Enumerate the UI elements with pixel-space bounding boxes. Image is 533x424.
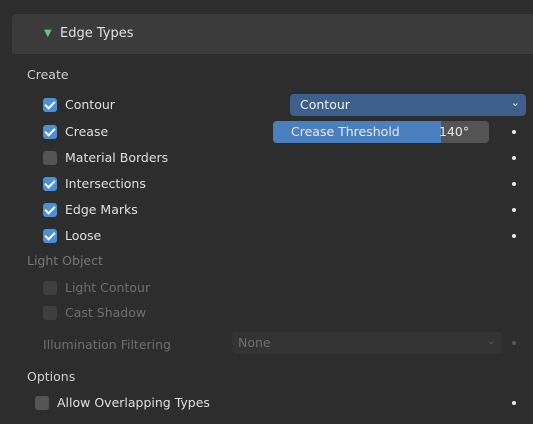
cast-shadow-label: Cast Shadow	[65, 305, 147, 320]
edge-marks-label: Edge Marks	[65, 202, 138, 217]
cast-shadow-checkbox	[43, 306, 57, 320]
section-light-object: Light Object	[27, 253, 103, 268]
keyframe-dot-icon[interactable]	[512, 208, 516, 212]
loose-label: Loose	[65, 228, 102, 243]
contour-dropdown[interactable]: Contour ⌄	[290, 94, 526, 116]
light-contour-checkbox	[43, 281, 57, 295]
crease-checkbox[interactable]	[43, 125, 57, 139]
loose-row[interactable]: Loose	[43, 226, 523, 246]
section-create: Create	[27, 67, 69, 82]
contour-label: Contour	[65, 97, 115, 112]
crease-threshold-label: Crease Threshold	[291, 124, 400, 139]
chevron-down-icon: ⌄	[486, 334, 496, 347]
keyframe-dot-icon[interactable]	[512, 182, 516, 186]
allow-overlapping-label: Allow Overlapping Types	[57, 395, 210, 410]
edge-marks-checkbox[interactable]	[43, 203, 57, 217]
material-borders-label: Material Borders	[65, 150, 169, 165]
light-contour-label: Light Contour	[65, 280, 151, 295]
allow-overlapping-row[interactable]: Allow Overlapping Types	[35, 393, 515, 413]
illumination-filtering-dropdown: None ⌄	[232, 332, 502, 354]
contour-dropdown-value: Contour	[300, 97, 350, 112]
keyframe-dot-icon[interactable]	[512, 234, 516, 238]
keyframe-dot-icon	[512, 341, 516, 345]
material-borders-row[interactable]: Material Borders	[43, 148, 523, 168]
material-borders-checkbox[interactable]	[43, 151, 57, 165]
keyframe-dot-icon[interactable]	[512, 130, 516, 134]
contour-checkbox[interactable]	[43, 98, 57, 112]
panel-title: Edge Types	[60, 26, 134, 41]
keyframe-dot-icon[interactable]	[512, 401, 516, 405]
section-options: Options	[27, 369, 76, 384]
intersections-label: Intersections	[65, 176, 146, 191]
intersections-row[interactable]: Intersections	[43, 174, 523, 194]
light-contour-row: Light Contour	[43, 278, 523, 298]
crease-threshold-value: 140°	[439, 124, 470, 139]
triangle-down-icon[interactable]: ▼	[44, 28, 52, 39]
chevron-down-icon: ⌄	[510, 96, 520, 109]
crease-threshold-slider[interactable]: Crease Threshold 140°	[273, 121, 489, 143]
crease-label: Crease	[65, 124, 109, 139]
allow-overlapping-checkbox[interactable]	[35, 396, 49, 410]
intersections-checkbox[interactable]	[43, 177, 57, 191]
edge-marks-row[interactable]: Edge Marks	[43, 200, 523, 220]
illumination-filtering-label: Illumination Filtering	[43, 337, 171, 352]
illumination-filtering-value: None	[238, 335, 271, 350]
panel-header[interactable]: ▼ Edge Types	[12, 14, 533, 54]
cast-shadow-row: Cast Shadow	[43, 303, 523, 323]
keyframe-dot-icon[interactable]	[512, 156, 516, 160]
loose-checkbox[interactable]	[43, 229, 57, 243]
